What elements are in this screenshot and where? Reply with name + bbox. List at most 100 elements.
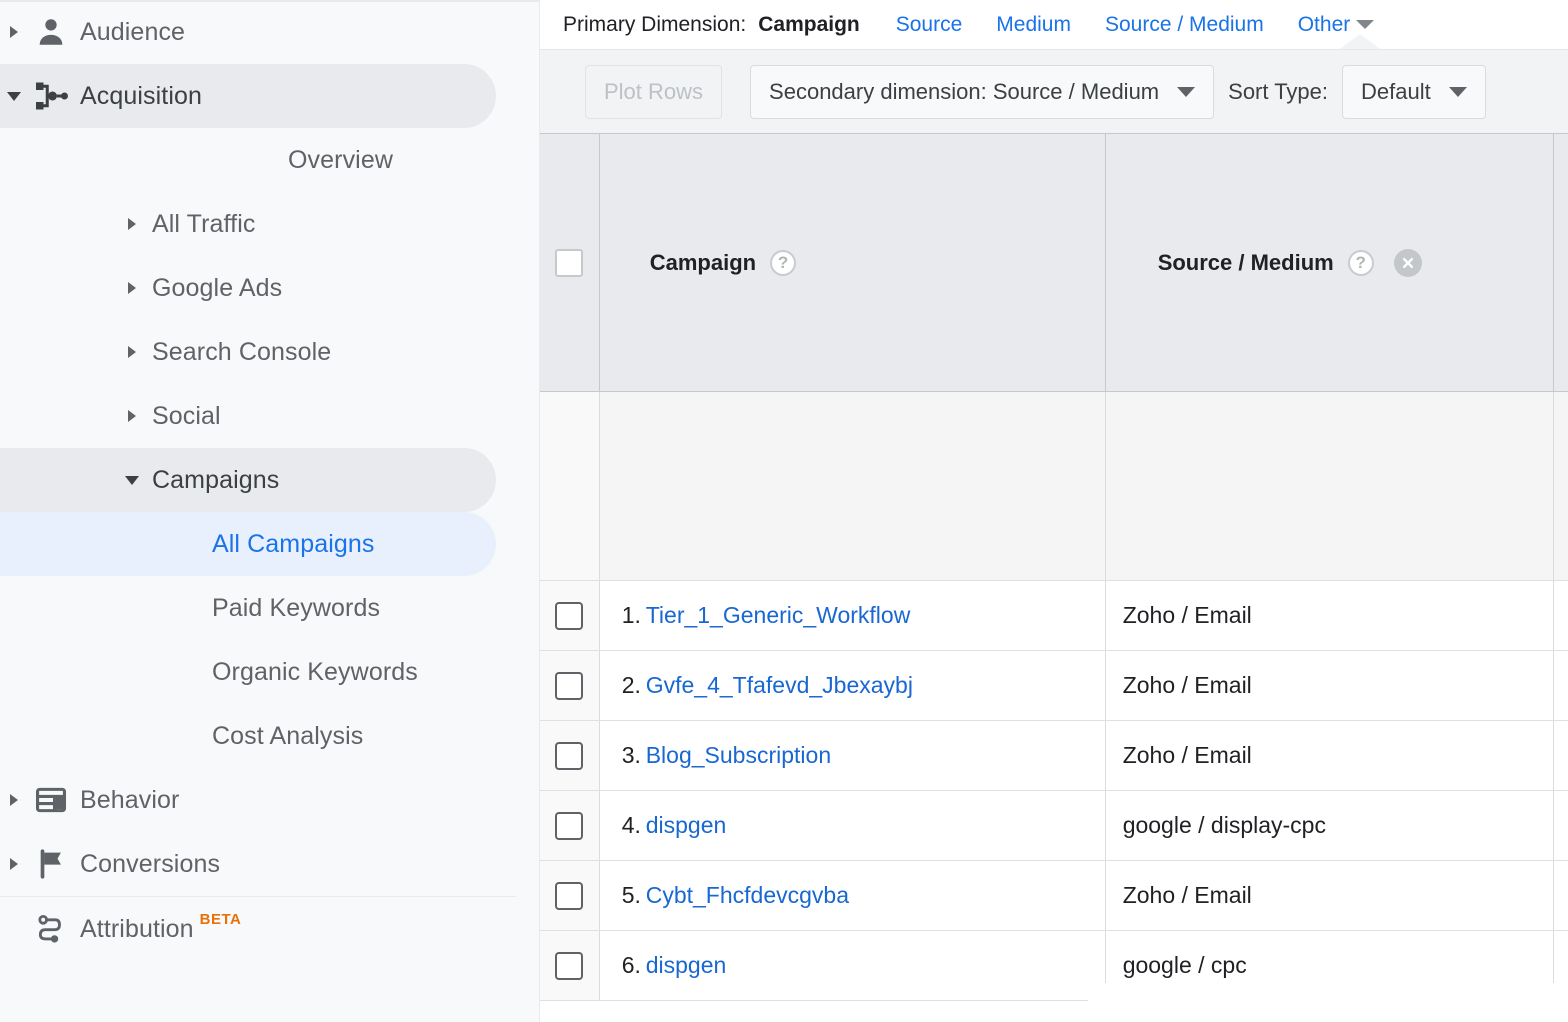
chevron-down-icon — [1177, 86, 1196, 97]
source-medium-header-cell[interactable]: Source / Medium ? — [1105, 133, 1555, 392]
row-number: 4. — [621, 812, 641, 838]
chevron-down-icon[interactable] — [1356, 20, 1375, 29]
sidebar-item-label: All Campaigns — [212, 529, 375, 558]
row-checkbox[interactable] — [555, 741, 584, 770]
sidebar-item-audience[interactable]: Audience — [0, 0, 496, 64]
sidebar-item-google-ads[interactable]: Google Ads — [0, 256, 496, 320]
secondary-dimension-label: Secondary dimension: Source / Medium — [769, 78, 1160, 104]
horizontal-scrollbar-track[interactable] — [1088, 983, 1568, 1001]
row-checkbox[interactable] — [555, 601, 584, 630]
sidebar-item-expander — [118, 410, 146, 422]
sidebar-item-label: Attribution — [80, 914, 194, 943]
campaign-link[interactable]: Blog_Subscription — [646, 742, 831, 768]
campaign-link[interactable]: dispgen — [646, 952, 727, 978]
sidebar-item-label: Cost Analysis — [212, 721, 364, 750]
sidebar-item-expander — [118, 282, 146, 294]
row-select-cell — [540, 790, 600, 861]
chevron-right-icon[interactable] — [128, 282, 136, 294]
secondary-dimension-dropdown[interactable]: Secondary dimension: Source / Medium — [750, 64, 1215, 119]
selected-dimension-pointer — [1340, 34, 1380, 49]
chevron-right-icon[interactable] — [128, 346, 136, 358]
person-icon — [28, 15, 74, 49]
source-medium-cell: Zoho / Email — [1105, 650, 1555, 721]
sidebar-item-all-traffic[interactable]: All Traffic — [0, 192, 496, 256]
chevron-right-icon[interactable] — [10, 858, 18, 870]
report-toolbar: Plot Rows Secondary dimension: Source / … — [540, 49, 1568, 133]
chevron-right-icon[interactable] — [128, 218, 136, 230]
help-icon[interactable]: ? — [1347, 249, 1374, 276]
sidebar-item-cost-analysis[interactable]: Cost Analysis — [0, 704, 496, 768]
sidebar-item-conversions[interactable]: Conversions — [0, 832, 496, 896]
source-medium-value: google / display-cpc — [1122, 812, 1326, 838]
report-table: Campaign ? Source / Medium ? 1. Tier_1_G… — [540, 133, 1568, 1001]
sidebar-item-label: Conversions — [80, 849, 221, 878]
primary-dimension-campaign[interactable]: Campaign — [758, 13, 860, 37]
campaign-link[interactable]: Gvfe_4_Tfafevd_Jbexaybj — [646, 672, 913, 698]
primary-dimension-source[interactable]: Source — [896, 13, 963, 37]
chevron-right-icon[interactable] — [10, 794, 18, 806]
sidebar-item-acquisition[interactable]: Acquisition — [0, 64, 496, 128]
remove-secondary-dimension-icon[interactable] — [1393, 248, 1422, 277]
primary-sidebar: Audience Acquisition Overview All Traffic Go… — [0, 0, 540, 1022]
row-checkbox[interactable] — [555, 951, 584, 980]
campaign-link[interactable]: dispgen — [646, 812, 727, 838]
primary-dimension-label: Primary Dimension: — [563, 12, 747, 36]
sidebar-item-label: Behavior — [80, 785, 180, 814]
table-header-row: Campaign ? Source / Medium ? — [540, 133, 1568, 392]
primary-dimension-source-medium[interactable]: Source / Medium — [1105, 13, 1264, 37]
row-checkbox[interactable] — [555, 811, 584, 840]
totals-checkbox-cell — [540, 391, 600, 581]
campaign-link[interactable]: Cybt_Fhcfdevcgvba — [646, 882, 849, 908]
table-row: 2. Gvfe_4_Tfafevd_Jbexaybj Zoho / Email — [540, 650, 1568, 721]
campaign-link[interactable]: Tier_1_Generic_Workflow — [646, 602, 911, 628]
chevron-down-icon — [1448, 86, 1467, 97]
chevron-right-icon[interactable] — [128, 410, 136, 422]
sidebar-item-behavior[interactable]: Behavior — [0, 768, 496, 832]
source-medium-value: Zoho / Email — [1122, 742, 1252, 768]
row-select-cell — [540, 650, 600, 721]
sidebar-item-organic-keywords[interactable]: Organic Keywords — [0, 640, 496, 704]
totals-source-medium-cell — [1105, 391, 1555, 581]
campaign-cell: 1. Tier_1_Generic_Workflow — [599, 580, 1106, 651]
row-spacer-cell — [1553, 860, 1568, 931]
source-medium-value: Zoho / Email — [1122, 672, 1252, 698]
row-select-cell — [540, 720, 600, 791]
source-medium-cell: Zoho / Email — [1105, 860, 1555, 931]
primary-dimension-medium[interactable]: Medium — [996, 13, 1071, 37]
row-checkbox[interactable] — [555, 671, 584, 700]
chevron-right-icon[interactable] — [10, 26, 18, 38]
sidebar-item-label: Social — [152, 401, 221, 430]
sidebar-item-social[interactable]: Social — [0, 384, 496, 448]
main-content: Primary Dimension: Campaign Source Mediu… — [540, 0, 1568, 1022]
sidebar-item-paid-keywords[interactable]: Paid Keywords — [0, 576, 496, 640]
flag-icon — [28, 847, 74, 881]
sidebar-item-expander — [118, 475, 146, 485]
plot-rows-button[interactable]: Plot Rows — [585, 64, 723, 119]
sort-type-dropdown[interactable]: Default — [1342, 64, 1486, 119]
row-spacer-cell — [1553, 650, 1568, 721]
source-medium-cell: google / display-cpc — [1105, 790, 1555, 861]
row-number: 3. — [621, 742, 641, 768]
primary-dimension-other[interactable]: Other — [1298, 13, 1351, 37]
sort-type-label: Sort Type: — [1228, 78, 1329, 104]
sidebar-item-overview[interactable]: Overview — [0, 128, 496, 192]
row-checkbox[interactable] — [555, 881, 584, 910]
sidebar-item-expander — [0, 858, 28, 870]
help-icon[interactable]: ? — [770, 249, 797, 276]
source-medium-value: Zoho / Email — [1122, 602, 1252, 628]
sidebar-item-label: Paid Keywords — [212, 593, 381, 622]
sidebar-item-expander — [0, 26, 28, 38]
sidebar-item-campaigns[interactable]: Campaigns — [0, 448, 496, 512]
row-spacer-cell — [1553, 720, 1568, 791]
campaign-header-cell[interactable]: Campaign ? — [599, 133, 1106, 392]
sidebar-item-attribution[interactable]: Attribution BETA — [0, 897, 496, 961]
row-number: 2. — [621, 672, 641, 698]
sidebar-item-all-campaigns[interactable]: All Campaigns — [0, 512, 496, 576]
totals-spacer-cell — [1553, 391, 1568, 581]
campaign-cell: 2. Gvfe_4_Tfafevd_Jbexaybj — [599, 650, 1106, 721]
chevron-down-icon[interactable] — [7, 91, 21, 101]
sidebar-item-label: Search Console — [152, 337, 332, 366]
chevron-down-icon[interactable] — [125, 475, 139, 485]
select-all-checkbox[interactable] — [555, 248, 584, 277]
sidebar-item-search-console[interactable]: Search Console — [0, 320, 496, 384]
